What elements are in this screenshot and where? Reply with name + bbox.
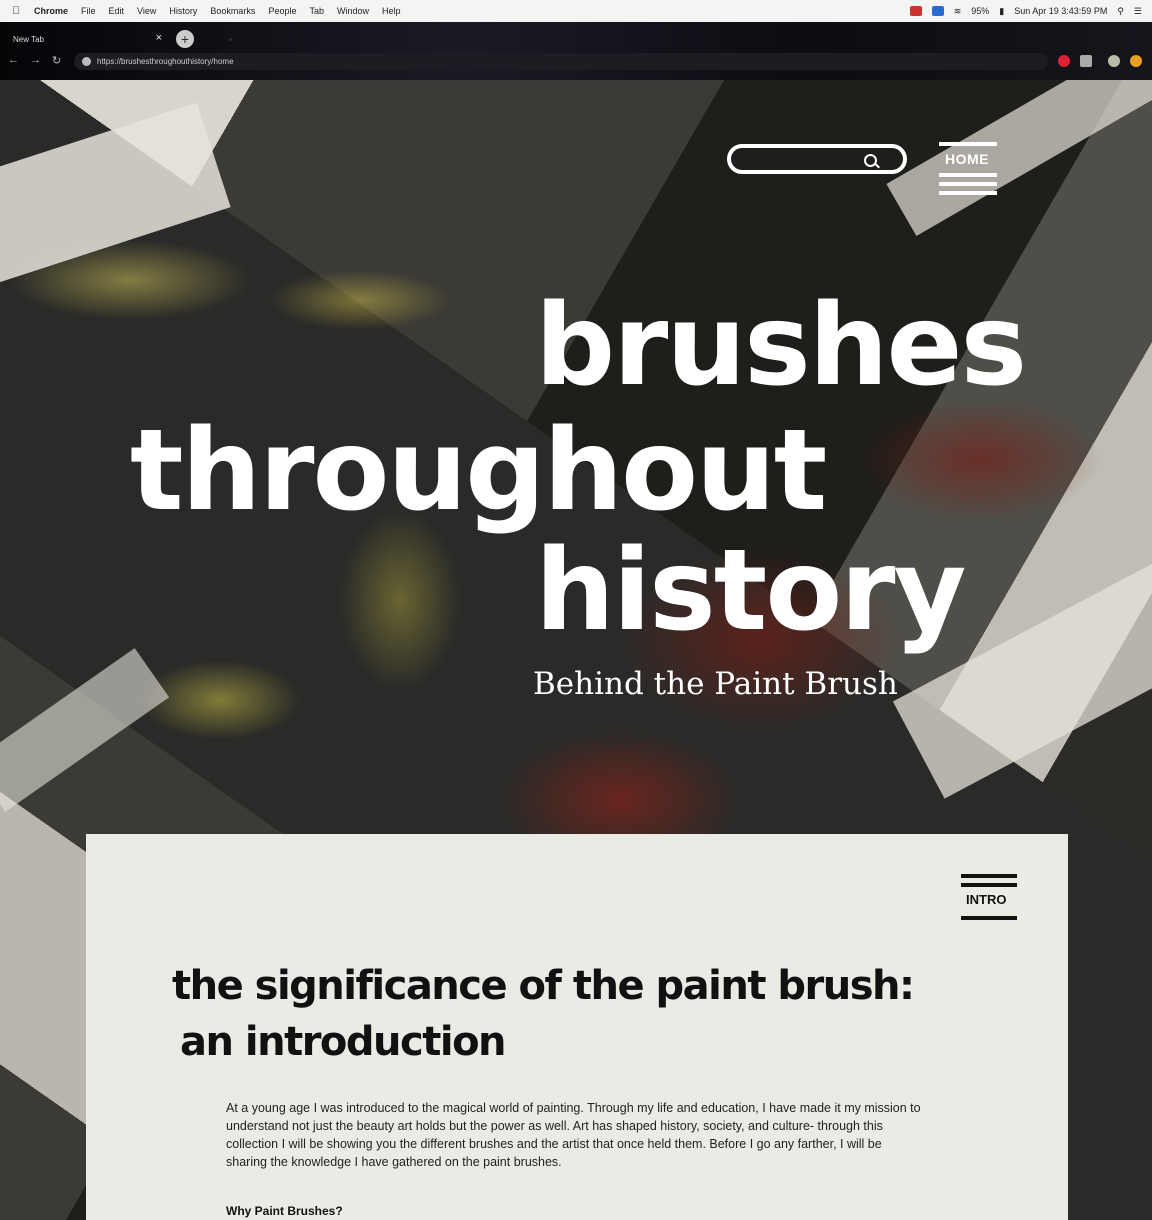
battery-icon[interactable]: ▮ — [999, 6, 1004, 17]
notification-center-icon[interactable]: ☰ — [1134, 6, 1142, 17]
extension-avatar-icon[interactable] — [1108, 55, 1120, 67]
why-paint-brushes-heading: Why Paint Brushes? — [226, 1204, 343, 1218]
hero-subtitle: Behind the Paint Brush — [533, 666, 898, 702]
hero-section: HOME brushes throughout history Behind t… — [0, 80, 1152, 1220]
hero-title-line-2: throughout — [130, 406, 827, 536]
intro-card: INTRO the significance of the paint brus… — [86, 834, 1068, 1220]
menu-tab[interactable]: Tab — [309, 6, 324, 16]
flag-icon[interactable] — [931, 6, 944, 16]
creative-cloud-icon[interactable] — [909, 6, 922, 16]
intro-label: INTRO — [966, 892, 1007, 907]
back-icon[interactable]: ← — [8, 54, 19, 66]
intro-section-button[interactable]: INTRO — [961, 874, 1017, 925]
menu-edit[interactable]: Edit — [109, 6, 125, 16]
home-menu-button[interactable]: HOME — [939, 142, 997, 200]
paint-streak — [886, 80, 1152, 236]
forward-icon[interactable]: → — [30, 54, 41, 66]
reload-icon[interactable]: ↻ — [52, 54, 61, 67]
menu-bookmarks[interactable]: Bookmarks — [210, 6, 255, 16]
menu-file[interactable]: File — [81, 6, 96, 16]
battery-percent: 95% — [971, 6, 990, 16]
intro-heading-line-1: the significance of the paint brush: — [172, 963, 915, 1009]
intro-bar — [961, 874, 1017, 878]
intro-body-text: At a young age I was introduced to the m… — [226, 1101, 921, 1169]
menu-help[interactable]: Help — [382, 6, 401, 16]
tab-title: New Tab — [13, 34, 44, 44]
hero-title-line-1: brushes — [535, 281, 1027, 411]
menu-bar — [939, 173, 997, 177]
menubar-status-area: ≋ 95% ▮ Sun Apr 19 3:43:59 PM ⚲ ☰ — [909, 0, 1142, 22]
intro-heading-line-2: an introduction — [180, 1019, 507, 1065]
site-info-icon[interactable] — [82, 57, 91, 66]
extension-red-icon[interactable] — [1058, 55, 1070, 67]
spotlight-search-icon[interactable]: ⚲ — [1117, 6, 1124, 17]
browser-tab[interactable]: New Tab × — [0, 28, 172, 50]
menu-view[interactable]: View — [137, 6, 156, 16]
wifi-icon[interactable]: ≋ — [954, 6, 962, 17]
menu-bar — [939, 191, 997, 195]
close-tab-icon[interactable]: × — [156, 32, 162, 44]
menubar-clock[interactable]: Sun Apr 19 3:43:59 PM — [1014, 6, 1107, 16]
intro-bar — [961, 916, 1017, 920]
menu-window[interactable]: Window — [337, 6, 369, 16]
menu-bar — [939, 182, 997, 186]
address-bar[interactable]: https://brushesthroughouthistory/home — [74, 53, 1048, 70]
menu-history[interactable]: History — [169, 6, 197, 16]
new-tab-button[interactable]: + — [176, 30, 194, 48]
extension-gray-icon[interactable] — [1080, 55, 1092, 67]
intro-bar — [961, 883, 1017, 887]
browser-toolbar: New Tab × + ← → ↻ https://brushesthrough… — [0, 22, 1152, 80]
extension-orange-icon[interactable] — [1130, 55, 1142, 67]
hero-title-line-3: history — [535, 526, 967, 656]
menu-people[interactable]: People — [268, 6, 296, 16]
search-icon[interactable] — [864, 154, 877, 167]
address-url: https://brushesthroughouthistory/home — [97, 57, 234, 66]
menu-bar-top — [939, 142, 997, 146]
menu-app-name[interactable]: Chrome — [34, 6, 68, 16]
paint-streak — [0, 648, 170, 812]
home-label: HOME — [945, 151, 989, 167]
intro-heading: the significance of the paint brush: an … — [172, 958, 915, 1070]
apple-icon[interactable]:  — [12, 5, 26, 17]
mac-menubar:  Chrome File Edit View History Bookmark… — [0, 0, 1152, 22]
paint-streak — [0, 102, 231, 288]
search-box[interactable] — [727, 144, 907, 174]
